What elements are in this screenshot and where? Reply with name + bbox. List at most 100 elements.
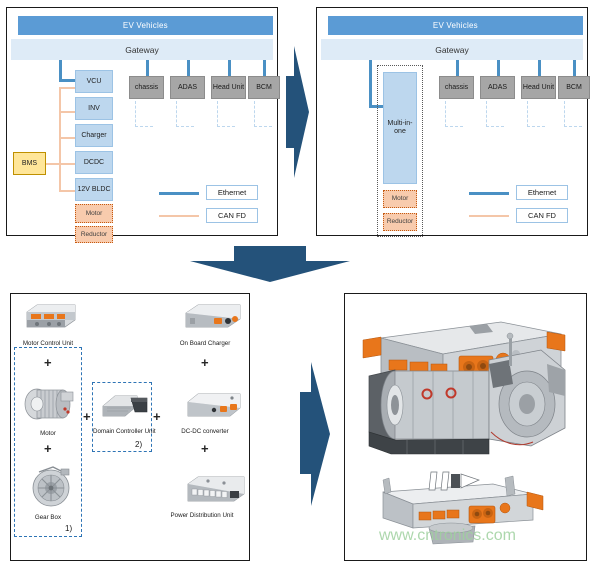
multi-in-one-label: Multi-in-one bbox=[387, 120, 413, 135]
domain-box-chassis[interactable]: chassis bbox=[439, 76, 474, 99]
canfd-stub-bldc bbox=[59, 190, 75, 192]
ecu-label: DCDC bbox=[83, 158, 105, 166]
domain-label: chassis bbox=[444, 83, 469, 91]
legend-label: Ethernet bbox=[217, 188, 247, 197]
panel-components: 1) 2) Motor Control Unit + Motor + Gear … bbox=[10, 293, 250, 561]
domain-box-adas[interactable]: ADAS bbox=[170, 76, 205, 99]
canfd-stub-charger bbox=[59, 137, 75, 139]
powertrain-box-motor[interactable]: Motor bbox=[75, 204, 113, 223]
panel-left-header: EV Vehicles bbox=[17, 15, 273, 36]
legend-label: CAN FD bbox=[528, 211, 556, 220]
legend-line-ethernet bbox=[159, 192, 199, 195]
canfd-stub-dcdc bbox=[59, 163, 75, 165]
panel-architecture-integrated: EV Vehicles Gateway Multi-in-one Motor R… bbox=[316, 7, 590, 237]
ethernet-drop-adas bbox=[497, 60, 500, 77]
panel-right-header: EV Vehicles bbox=[327, 15, 583, 36]
ethernet-drop-bcm bbox=[263, 60, 266, 77]
legend-box-canfd: CAN FD bbox=[206, 208, 258, 223]
canfd-stub-vcu bbox=[59, 87, 75, 89]
powertrain-label: Reductor bbox=[80, 230, 108, 238]
component-label: Gear Box bbox=[34, 514, 62, 521]
bms-box[interactable]: BMS bbox=[13, 152, 46, 175]
bms-label: BMS bbox=[21, 160, 38, 167]
dc-dc-converter-icon bbox=[187, 393, 241, 417]
component-dc-dc-converter[interactable]: DC-DC converter bbox=[166, 390, 244, 435]
legend-line-canfd bbox=[469, 215, 509, 217]
ecu-box-inv[interactable]: INV bbox=[75, 97, 113, 120]
subnet-ghost-head-unit bbox=[217, 101, 235, 127]
powertrain-label: Motor bbox=[391, 195, 409, 202]
ecu-box-12v-bldc[interactable]: 12V BLDC bbox=[75, 178, 113, 201]
canfd-link-bms bbox=[46, 163, 60, 165]
power-distribution-unit-icon bbox=[187, 476, 245, 502]
component-label: Motor Control Unit bbox=[22, 340, 74, 347]
subnet-ghost-chassis bbox=[445, 101, 463, 127]
powertrain-label: Reductor bbox=[386, 218, 414, 225]
ecu-box-charger[interactable]: Charger bbox=[75, 124, 113, 147]
component-label: Power Distribution Unit bbox=[170, 512, 234, 519]
ecu-label: Charger bbox=[81, 131, 107, 139]
motor-icon bbox=[24, 388, 74, 420]
multi-in-one-box[interactable]: Multi-in-one bbox=[383, 72, 417, 184]
subnet-ghost-head-unit bbox=[527, 101, 545, 127]
ethernet-trunk-vcu bbox=[59, 60, 62, 81]
subnet-ghost-adas bbox=[176, 101, 194, 127]
legend-label: CAN FD bbox=[218, 211, 246, 220]
watermark: www.cntronics.com bbox=[379, 527, 516, 544]
component-label: DC-DC converter bbox=[181, 428, 229, 435]
ecu-label: VCU bbox=[86, 77, 102, 85]
canfd-spine bbox=[59, 87, 61, 191]
domain-box-adas[interactable]: ADAS bbox=[480, 76, 515, 99]
domain-box-head-unit[interactable]: Head Unit bbox=[521, 76, 556, 99]
domain-label: chassis bbox=[134, 83, 159, 91]
subnet-ghost-bcm bbox=[254, 101, 272, 127]
arrow-down-icon bbox=[190, 246, 350, 282]
subnet-ghost-chassis bbox=[135, 101, 153, 127]
domain-label: Head Unit bbox=[212, 83, 245, 91]
gear-box-icon bbox=[32, 466, 70, 507]
legend-label: Ethernet bbox=[527, 188, 557, 197]
domain-box-head-unit[interactable]: Head Unit bbox=[211, 76, 246, 99]
plus-operator-5: + bbox=[201, 355, 209, 370]
component-domain-controller-unit[interactable]: Domain Controller Unit bbox=[93, 388, 156, 435]
plus-operator-2: + bbox=[44, 441, 52, 456]
component-gear-box[interactable]: Gear Box bbox=[17, 464, 79, 521]
panel-product-render: www.cntronics.com bbox=[344, 293, 587, 561]
domain-label: BCM bbox=[256, 83, 272, 91]
panel-architecture-distributed: EV Vehicles Gateway VCU INV Charger DCDC… bbox=[6, 7, 280, 243]
legend-box-ethernet: Ethernet bbox=[516, 185, 568, 200]
panel-left-gateway: Gateway bbox=[11, 38, 273, 61]
plus-operator-3: + bbox=[83, 409, 91, 424]
domain-label: ADAS bbox=[177, 83, 198, 91]
component-motor-control-unit[interactable]: Motor Control Unit bbox=[17, 300, 79, 347]
ethernet-drop-bcm bbox=[573, 60, 576, 77]
subnet-ghost-bcm bbox=[564, 101, 582, 127]
component-motor[interactable]: Motor bbox=[17, 382, 79, 437]
powertrain-box-motor[interactable]: Motor bbox=[383, 190, 417, 208]
domain-box-bcm[interactable]: BCM bbox=[248, 76, 280, 99]
ecu-box-dcdc[interactable]: DCDC bbox=[75, 151, 113, 174]
ethernet-drop-headunit bbox=[538, 60, 541, 77]
powertrain-box-reductor[interactable]: Reductor bbox=[383, 213, 417, 231]
component-power-distribution-unit[interactable]: Power Distribution Unit bbox=[156, 474, 248, 519]
panel-right-gateway: Gateway bbox=[321, 38, 583, 61]
domain-controller-unit-icon bbox=[102, 395, 148, 417]
ethernet-trunk-multi bbox=[369, 60, 372, 108]
ecu-label: INV bbox=[88, 104, 100, 112]
ethernet-drop-headunit bbox=[228, 60, 231, 77]
component-on-board-charger[interactable]: On Board Charger bbox=[166, 300, 244, 347]
multi-in-one-assembly-render bbox=[362, 321, 566, 455]
arrow-bottom-right-icon bbox=[297, 362, 331, 506]
ecu-label: 12V BLDC bbox=[77, 185, 111, 193]
plus-operator-1: + bbox=[44, 355, 52, 370]
component-label: Motor bbox=[40, 430, 56, 437]
powertrain-box-reductor[interactable]: Reductor bbox=[75, 226, 113, 243]
ecu-box-vcu[interactable]: VCU bbox=[75, 70, 113, 93]
subnet-ghost-adas bbox=[486, 101, 504, 127]
domain-label: BCM bbox=[566, 83, 582, 91]
plus-operator-6: + bbox=[201, 441, 209, 456]
domain-box-bcm[interactable]: BCM bbox=[558, 76, 590, 99]
domain-box-chassis[interactable]: chassis bbox=[129, 76, 164, 99]
ethernet-drop-chassis bbox=[146, 60, 149, 77]
powertrain-label: Motor bbox=[85, 209, 103, 217]
